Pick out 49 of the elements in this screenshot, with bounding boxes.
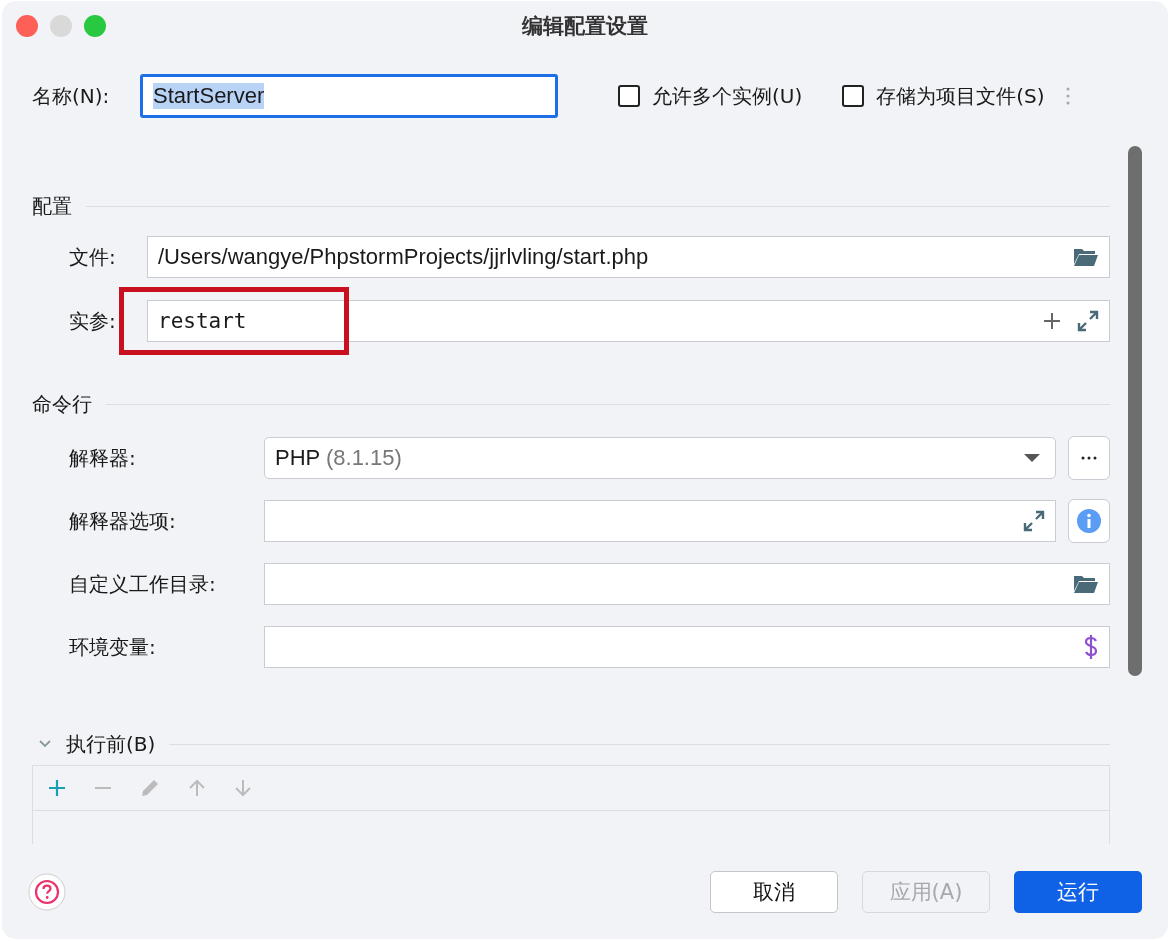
input-field[interactable]: /Users/wangye/PhpstormProjects/jjrlvling/start.php (147, 236, 1110, 278)
field-label: 实参: (69, 307, 117, 335)
section-title: 命令行 (32, 390, 92, 418)
name-label: 名称(N): (32, 82, 111, 110)
option-label: 存储为项目文件(S) (876, 82, 1045, 110)
section-title: 配置 (32, 192, 72, 220)
field-label: 解释器: (69, 444, 137, 472)
plus-icon[interactable] (1043, 312, 1061, 330)
pencil-icon[interactable] (139, 777, 161, 799)
more-icon[interactable] (1064, 86, 1071, 106)
info-icon (1076, 508, 1102, 534)
dropdown-arrow-icon (1023, 453, 1041, 463)
checkbox[interactable] (842, 85, 865, 107)
input-field[interactable]: restart (147, 300, 1110, 342)
field-value: /Users/wangye/PhpstormProjects/jjrlvling/start.php (158, 244, 650, 270)
dialog-button[interactable]: 运行 (1014, 871, 1142, 913)
remove-icon[interactable] (93, 786, 113, 790)
section-title: 执行前(B) (66, 730, 156, 758)
dialog-button[interactable]: 取消 (710, 871, 838, 913)
folder-icon[interactable] (1073, 246, 1099, 268)
info-button[interactable] (1068, 499, 1110, 543)
close-icon[interactable] (16, 15, 38, 37)
browse-button[interactable] (1068, 436, 1110, 480)
input-field[interactable] (264, 563, 1110, 605)
field-label: 自定义工作目录: (69, 570, 217, 598)
help-icon[interactable] (28, 873, 66, 911)
scrollbar[interactable] (1128, 146, 1142, 676)
field-label: 解释器选项: (69, 507, 177, 535)
up-arrow-icon[interactable] (187, 778, 207, 798)
ellipsis-icon (1081, 456, 1097, 460)
chevron-icon[interactable] (38, 739, 52, 749)
window-title: 编辑配置设置 (522, 13, 648, 40)
expand-icon[interactable] (1077, 310, 1099, 332)
field-label: 环境变量: (69, 633, 157, 661)
field-label: 文件: (69, 243, 117, 271)
option-label: 允许多个实例(U) (652, 82, 803, 110)
add-icon[interactable] (47, 778, 67, 798)
folder-icon[interactable] (1073, 573, 1099, 595)
input-field[interactable] (264, 626, 1110, 668)
input-field[interactable] (264, 500, 1056, 542)
dollar-icon[interactable] (1083, 634, 1099, 660)
zoom-icon[interactable] (84, 15, 106, 37)
name-value: StartServer (153, 83, 265, 109)
checkbox[interactable] (618, 85, 640, 107)
interpreter-dropdown[interactable]: PHP (8.1.15) (264, 437, 1056, 479)
expand-icon[interactable] (1023, 510, 1045, 532)
field-value: restart (158, 309, 248, 333)
down-arrow-icon[interactable] (233, 778, 253, 798)
name-field[interactable]: StartServer (140, 74, 558, 118)
